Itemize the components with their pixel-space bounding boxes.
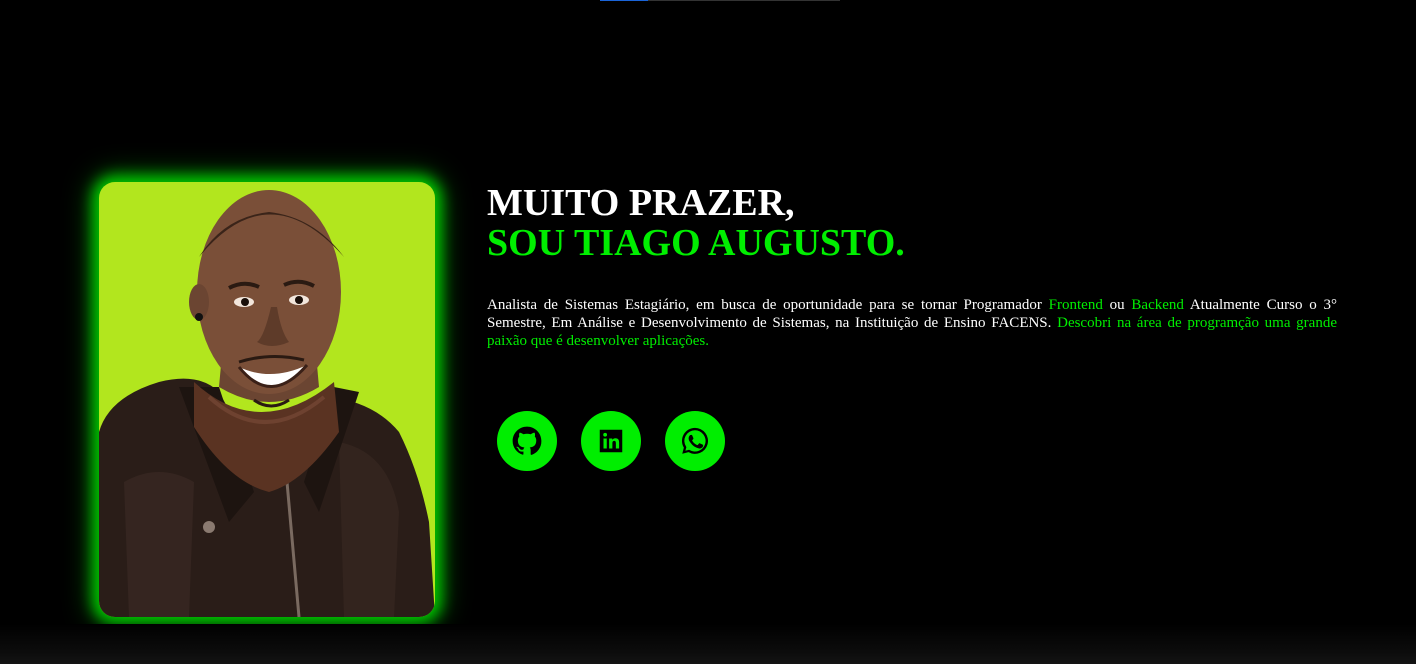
hero-content: MUITO PRAZER, SOU TIAGO AUGUSTO. Analist… bbox=[487, 183, 1337, 365]
github-button[interactable] bbox=[497, 411, 557, 471]
greeting-heading: MUITO PRAZER, bbox=[487, 182, 795, 224]
profile-photo bbox=[99, 182, 435, 617]
linkedin-button[interactable] bbox=[581, 411, 641, 471]
whatsapp-icon bbox=[681, 427, 709, 454]
bio-or: ou bbox=[1102, 297, 1132, 313]
bottom-edge bbox=[0, 624, 1416, 664]
social-links bbox=[497, 411, 725, 471]
name-heading: SOU TIAGO AUGUSTO. bbox=[487, 222, 905, 264]
linkedin-icon bbox=[599, 429, 623, 453]
profile-photo-illustration bbox=[99, 190, 435, 617]
top-nav-indicator bbox=[600, 0, 840, 1]
github-icon bbox=[512, 426, 542, 455]
bio-part-1: Analista de Sistemas Estagiário, em busc… bbox=[487, 297, 1049, 313]
bio-frontend: Frontend bbox=[1048, 297, 1103, 313]
top-nav-active-indicator bbox=[600, 0, 648, 1]
bio-backend: Backend bbox=[1131, 297, 1184, 313]
bio-text: Analista de Sistemas Estagiário, em busc… bbox=[487, 296, 1337, 350]
whatsapp-button[interactable] bbox=[665, 411, 725, 471]
